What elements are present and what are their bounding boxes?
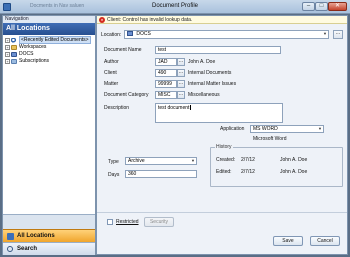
- author-label: Author: [104, 59, 119, 65]
- notice-text: Client: Control has invalid lookup data.: [107, 17, 193, 23]
- type-combo[interactable]: Archive ▼: [125, 157, 197, 165]
- created-by: John A. Doe: [280, 157, 308, 163]
- save-button[interactable]: Save: [273, 236, 303, 246]
- expand-icon[interactable]: +: [5, 52, 10, 57]
- navigation-pane-label: Navigation: [3, 16, 95, 23]
- magnifier-icon: [7, 246, 13, 252]
- location-label: Location:: [101, 32, 122, 38]
- type-label: Type: [108, 159, 119, 165]
- author-lookup-button[interactable]: ...: [177, 58, 185, 66]
- expand-icon[interactable]: +: [5, 45, 10, 50]
- matter-label: Matter: [104, 81, 119, 87]
- description-text: test document: [158, 105, 190, 111]
- matter-lookup-button[interactable]: ...: [177, 80, 185, 88]
- chevron-down-icon[interactable]: ▼: [190, 158, 196, 164]
- document-name-input[interactable]: test: [155, 46, 281, 54]
- document-category-input[interactable]: MISC: [155, 91, 177, 99]
- edited-by: John A. Doe: [280, 169, 308, 175]
- tree-item-label: DOCS: [19, 51, 34, 57]
- navigation-header: All Locations: [3, 23, 95, 35]
- description-textarea[interactable]: test document: [155, 103, 283, 123]
- client-description: Internal Documents: [188, 70, 232, 76]
- document-profile-panel: × Client: Control has invalid lookup dat…: [96, 15, 348, 255]
- security-button[interactable]: Security: [144, 217, 174, 227]
- days-input[interactable]: 360: [125, 170, 197, 178]
- application-combo[interactable]: MS WORD ▼: [250, 125, 324, 133]
- tree-item-recently-edited[interactable]: + <Recently Edited Documents>: [3, 36, 95, 44]
- document-category-label: Document Category: [104, 92, 149, 98]
- folder-icon: [11, 45, 17, 50]
- location-value: DOCS: [136, 31, 151, 37]
- text-caret: [190, 105, 191, 111]
- tree-item-docs[interactable]: + DOCS: [3, 51, 95, 58]
- expand-icon[interactable]: +: [5, 59, 10, 64]
- created-label: Created:: [216, 157, 236, 163]
- window-title: Document Profile: [151, 3, 199, 9]
- restricted-checkbox[interactable]: [107, 219, 113, 225]
- locations-icon: [7, 233, 14, 240]
- search-icon: [11, 38, 17, 43]
- close-button[interactable]: ✕: [328, 2, 347, 11]
- restricted-label: Restricted: [116, 219, 139, 225]
- document-category-description: Miscellaneous: [188, 92, 220, 98]
- matter-description: Internal Matter Issues: [188, 81, 237, 87]
- footer-divider: [97, 212, 347, 213]
- description-label: Description: [104, 105, 130, 111]
- maximize-button[interactable]: □: [315, 2, 328, 11]
- tree-item-label: <Recently Edited Documents>: [19, 36, 91, 44]
- validation-notice: × Client: Control has invalid lookup dat…: [97, 16, 347, 24]
- all-locations-button[interactable]: All Locations: [3, 229, 95, 242]
- library-icon: [127, 31, 133, 37]
- chevron-down-icon[interactable]: ▼: [317, 126, 323, 132]
- error-icon: ×: [99, 17, 105, 23]
- edited-label: Edited:: [216, 169, 232, 175]
- subscriptions-icon: [11, 59, 17, 64]
- navigation-pane: Navigation All Locations + <Recently Edi…: [2, 15, 96, 255]
- days-label: Days: [108, 172, 120, 178]
- client-label: Client: [104, 70, 117, 76]
- client-input[interactable]: 490: [155, 69, 177, 77]
- application-description: Microsoft Word: [253, 136, 287, 142]
- application-value: MS WORD: [253, 126, 278, 132]
- author-input[interactable]: JAD: [155, 58, 177, 66]
- search-nav-button[interactable]: Search: [3, 242, 95, 255]
- tree-item-workspaces[interactable]: + Workspaces: [3, 44, 95, 51]
- cancel-button[interactable]: Cancel: [310, 236, 340, 246]
- all-locations-label: All Locations: [17, 233, 55, 239]
- application-label: Application: [220, 126, 245, 132]
- chevron-down-icon[interactable]: ▼: [322, 31, 328, 37]
- minimize-button[interactable]: –: [302, 2, 315, 11]
- tree-item-label: Workspaces: [19, 44, 47, 50]
- library-icon: [11, 52, 17, 57]
- location-combo[interactable]: DOCS ▼: [124, 30, 329, 39]
- nav-splitter[interactable]: [3, 214, 95, 229]
- matter-input[interactable]: 99999: [155, 80, 177, 88]
- author-description: John A. Doe: [188, 59, 216, 65]
- location-browse-button[interactable]: ...: [333, 30, 343, 39]
- created-date: 2/7/12: [241, 157, 255, 163]
- document-name-label: Document Name: [104, 47, 142, 53]
- search-label: Search: [17, 246, 38, 252]
- history-legend: History: [215, 144, 233, 150]
- type-value: Archive: [128, 158, 145, 164]
- tree-item-label: Subscriptions: [19, 58, 50, 64]
- tree-item-subscriptions[interactable]: + Subscriptions: [3, 58, 95, 65]
- navigation-tree: + <Recently Edited Documents> + Workspac…: [3, 35, 95, 65]
- edited-date: 2/7/12: [241, 169, 255, 175]
- document-category-lookup-button[interactable]: ...: [177, 91, 185, 99]
- expand-icon[interactable]: +: [5, 38, 10, 43]
- client-lookup-button[interactable]: ...: [177, 69, 185, 77]
- history-group: History Created: 2/7/12 John A. Doe Edit…: [210, 144, 343, 187]
- title-bar: Docments in Nav saluen Document Profile …: [0, 0, 350, 14]
